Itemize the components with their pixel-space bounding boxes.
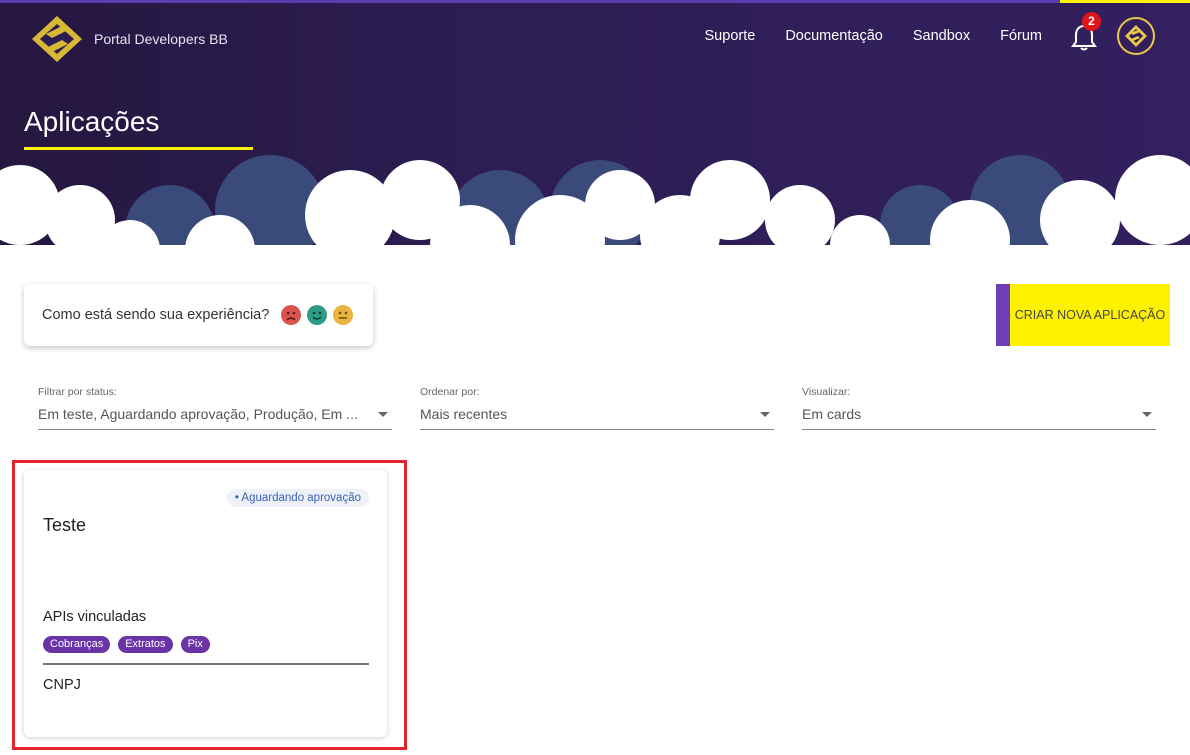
api-chips: Cobranças Extratos Pix (43, 636, 210, 653)
api-chip: Pix (180, 636, 210, 653)
card-divider (43, 663, 369, 665)
nav-link-documentacao[interactable]: Documentação (785, 28, 883, 44)
header-banner: Portal Developers BB Suporte Documentaçã… (0, 0, 1190, 265)
api-chip: Extratos (118, 636, 173, 653)
top-accent-line-yellow (1060, 0, 1190, 3)
nav-link-sandbox[interactable]: Sandbox (913, 28, 970, 44)
status-badge: • Aguardando aprovação (226, 489, 369, 507)
avatar-logo-icon (1125, 25, 1147, 47)
page-title: Aplicações (24, 106, 160, 137)
clouds-decoration (0, 155, 1190, 265)
cnpj-label: CNPJ (43, 677, 81, 693)
happy-face-icon[interactable] (307, 305, 328, 325)
sort-select[interactable]: Ordenar por: Mais recentes (420, 386, 774, 430)
feedback-box: Como está sendo sua experiência? (24, 284, 373, 346)
chevron-down-icon (378, 412, 388, 417)
top-nav: Suporte Documentação Sandbox Fórum (705, 28, 1042, 44)
nav-link-suporte[interactable]: Suporte (705, 28, 756, 44)
top-accent-line (0, 0, 1060, 3)
apis-label: APIs vinculadas (43, 609, 147, 625)
create-application-button[interactable]: CRIAR NOVA APLICAÇÃO (996, 284, 1170, 346)
feedback-question: Como está sendo sua experiência? (42, 307, 270, 323)
sad-face-icon[interactable] (281, 305, 302, 325)
sort-value: Mais recentes (420, 406, 508, 422)
user-avatar[interactable] (1117, 17, 1155, 55)
view-value: Em cards (802, 406, 862, 422)
status-filter-label: Filtrar por status: (38, 386, 117, 398)
neutral-face-icon[interactable] (333, 305, 354, 325)
status-filter-value: Em teste, Aguardando aprovação, Produção… (38, 406, 358, 422)
view-select[interactable]: Visualizar: Em cards (802, 386, 1156, 430)
chevron-down-icon (1142, 412, 1152, 417)
api-chip: Cobranças (43, 636, 111, 653)
card-title: Teste (43, 515, 87, 535)
app-root: Portal Developers BB Suporte Documentaçã… (0, 0, 1190, 755)
notification-badge: 2 (1082, 12, 1101, 31)
status-filter-select[interactable]: Filtrar por status: Em teste, Aguardando… (38, 386, 392, 430)
title-underline (24, 147, 253, 150)
brand-name: Portal Developers BB (94, 31, 228, 47)
application-card[interactable]: • Aguardando aprovação Teste APIs vincul… (24, 470, 387, 737)
sort-label: Ordenar por: (420, 386, 480, 398)
chevron-down-icon (760, 412, 770, 417)
brand[interactable]: Portal Developers BB (32, 16, 228, 62)
view-label: Visualizar: (802, 386, 851, 398)
banco-do-brasil-logo-icon (32, 16, 82, 62)
nav-link-forum[interactable]: Fórum (1000, 28, 1042, 44)
